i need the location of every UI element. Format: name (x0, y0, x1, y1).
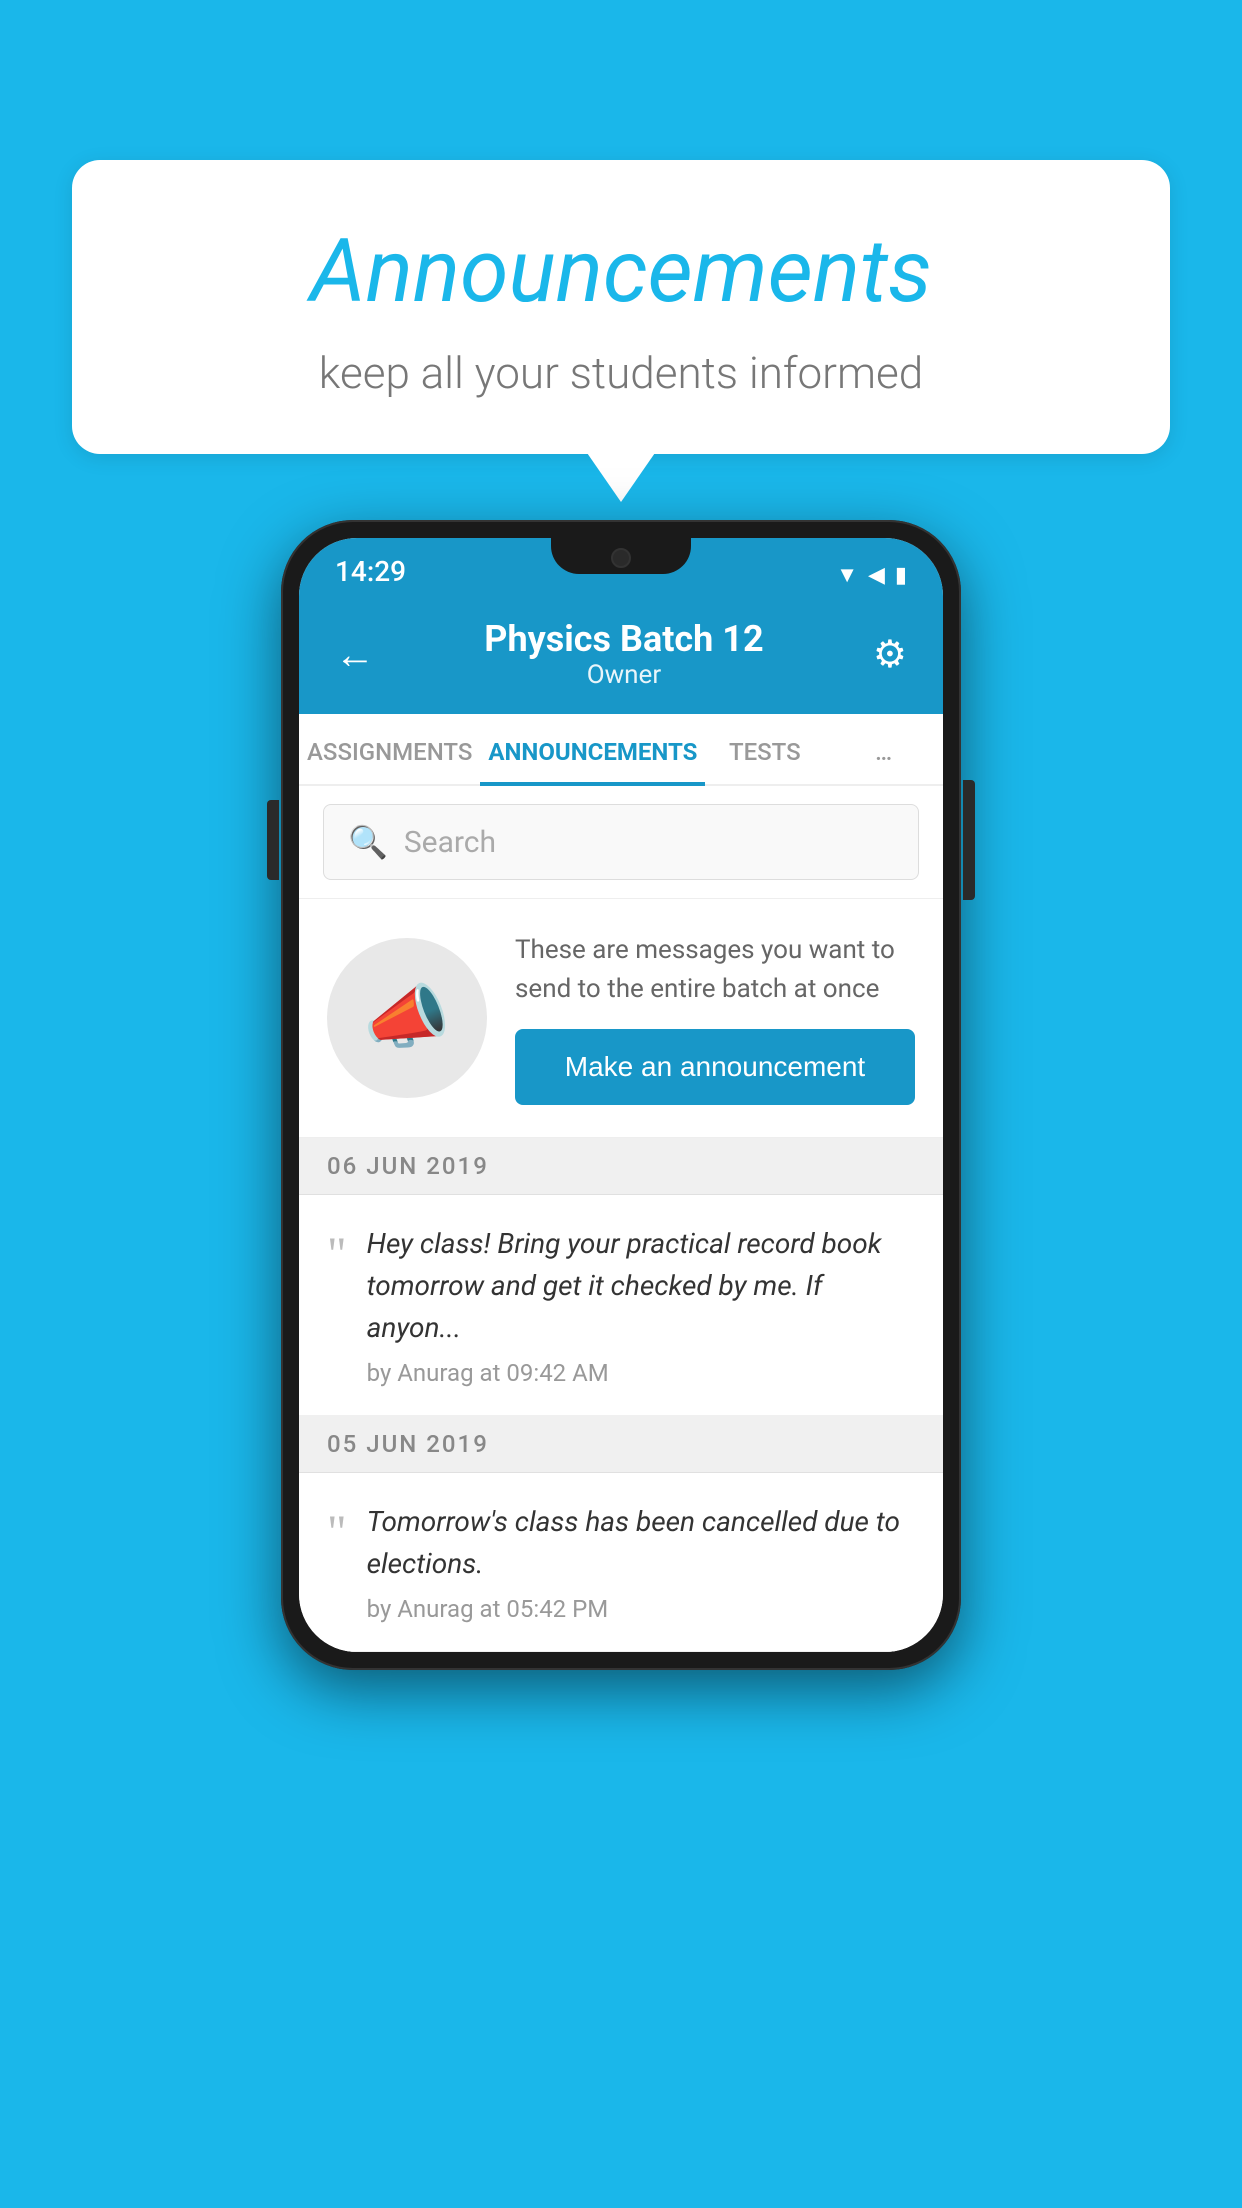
promo-section: 📣 These are messages you want to send to… (299, 899, 943, 1138)
phone-mockup: 14:29 ▼ ◀ ▮ ← Physics Batch 12 Owner ⚙ (281, 520, 961, 1670)
announcement-content-1: Hey class! Bring your practical record b… (367, 1223, 915, 1387)
search-container: 🔍 Search (299, 786, 943, 899)
status-time: 14:29 (335, 555, 406, 588)
signal-icon: ◀ (868, 563, 885, 588)
quote-icon-2: " (327, 1509, 347, 1557)
announcement-content-2: Tomorrow's class has been cancelled due … (367, 1501, 915, 1623)
header-title-section: Physics Batch 12 Owner (484, 618, 763, 690)
tab-announcements[interactable]: ANNOUNCEMENTS (480, 714, 705, 784)
tab-assignments[interactable]: ASSIGNMENTS (299, 714, 480, 784)
search-bar[interactable]: 🔍 Search (323, 804, 919, 880)
quote-icon-1: " (327, 1231, 347, 1279)
phone-outer: 14:29 ▼ ◀ ▮ ← Physics Batch 12 Owner ⚙ (281, 520, 961, 1670)
announcement-meta-2: by Anurag at 05:42 PM (367, 1595, 915, 1623)
promo-description: These are messages you want to send to t… (515, 931, 915, 1009)
speech-bubble: Announcements keep all your students inf… (72, 160, 1170, 454)
promo-right: These are messages you want to send to t… (515, 931, 915, 1105)
announcement-meta-1: by Anurag at 09:42 AM (367, 1359, 915, 1387)
phone-screen: 14:29 ▼ ◀ ▮ ← Physics Batch 12 Owner ⚙ (299, 538, 943, 1652)
date-separator-1: 06 JUN 2019 (299, 1138, 943, 1195)
speech-bubble-container: Announcements keep all your students inf… (72, 160, 1170, 454)
megaphone-icon: 📣 (363, 977, 450, 1059)
batch-title: Physics Batch 12 (484, 618, 763, 660)
app-header: ← Physics Batch 12 Owner ⚙ (299, 598, 943, 714)
bubble-subtitle: keep all your students informed (152, 347, 1090, 399)
battery-icon: ▮ (895, 563, 907, 588)
search-icon: 🔍 (348, 823, 388, 861)
make-announcement-button[interactable]: Make an announcement (515, 1029, 915, 1105)
announcement-item-2[interactable]: " Tomorrow's class has been cancelled du… (299, 1473, 943, 1652)
announcement-text-1: Hey class! Bring your practical record b… (367, 1223, 915, 1349)
back-button[interactable]: ← (335, 631, 375, 678)
search-placeholder-text: Search (404, 825, 496, 860)
tab-bar: ASSIGNMENTS ANNOUNCEMENTS TESTS … (299, 714, 943, 786)
megaphone-icon-circle: 📣 (327, 938, 487, 1098)
wifi-icon: ▼ (836, 562, 858, 588)
phone-notch (551, 538, 691, 574)
date-separator-2: 05 JUN 2019 (299, 1416, 943, 1473)
tab-tests[interactable]: TESTS (705, 714, 824, 784)
batch-subtitle: Owner (484, 660, 763, 690)
announcement-item-1[interactable]: " Hey class! Bring your practical record… (299, 1195, 943, 1416)
status-icons: ▼ ◀ ▮ (836, 562, 907, 588)
settings-icon[interactable]: ⚙ (873, 632, 907, 677)
announcement-text-2: Tomorrow's class has been cancelled due … (367, 1501, 915, 1585)
bubble-title: Announcements (152, 220, 1090, 323)
camera (611, 548, 631, 568)
tab-more[interactable]: … (824, 714, 943, 784)
